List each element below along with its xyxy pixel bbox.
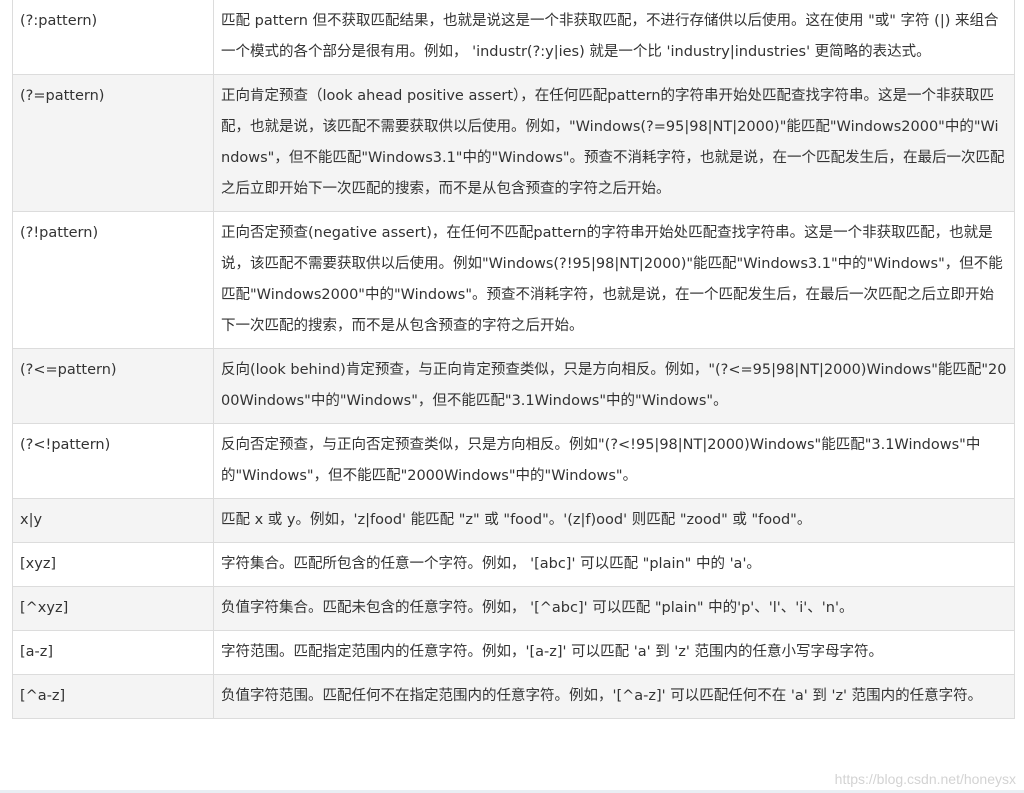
description-cell: 正向否定预查(negative assert)，在任何不匹配pattern的字符… [213, 211, 1015, 349]
pattern-cell: x|y [12, 498, 214, 543]
pattern-cell: [xyz] [12, 542, 214, 587]
description-cell: 正向肯定预查（look ahead positive assert），在任何匹配… [213, 74, 1015, 212]
blog-watermark: https://blog.csdn.net/honeysx [834, 771, 1016, 787]
table-row: (?!pattern) 正向否定预查(negative assert)，在任何不… [12, 211, 1015, 349]
regex-syntax-table-container: (?:pattern) 匹配 pattern 但不获取匹配结果，也就是说这是一个… [12, 0, 1015, 719]
description-cell: 反向(look behind)肯定预查，与正向肯定预查类似，只是方向相反。例如，… [213, 348, 1015, 424]
description-cell: 反向否定预查，与正向否定预查类似，只是方向相反。例如"(?<!95|98|NT|… [213, 423, 1015, 499]
pattern-cell: [^a-z] [12, 674, 214, 719]
table-row: [a-z] 字符范围。匹配指定范围内的任意字符。例如，'[a-z]' 可以匹配 … [12, 630, 1015, 675]
regex-syntax-table: (?:pattern) 匹配 pattern 但不获取匹配结果，也就是说这是一个… [12, 0, 1015, 719]
description-cell: 字符范围。匹配指定范围内的任意字符。例如，'[a-z]' 可以匹配 'a' 到 … [213, 630, 1015, 675]
table-row: (?<=pattern) 反向(look behind)肯定预查，与正向肯定预查… [12, 348, 1015, 424]
description-cell: 匹配 x 或 y。例如，'z|food' 能匹配 "z" 或 "food"。'(… [213, 498, 1015, 543]
pattern-cell: [^xyz] [12, 586, 214, 631]
table-row: [^xyz] 负值字符集合。匹配未包含的任意字符。例如， '[^abc]' 可以… [12, 586, 1015, 631]
description-cell: 负值字符范围。匹配任何不在指定范围内的任意字符。例如，'[^a-z]' 可以匹配… [213, 674, 1015, 719]
pattern-cell: (?<=pattern) [12, 348, 214, 424]
table-row: x|y 匹配 x 或 y。例如，'z|food' 能匹配 "z" 或 "food… [12, 498, 1015, 543]
table-row: (?<!pattern) 反向否定预查，与正向否定预查类似，只是方向相反。例如"… [12, 423, 1015, 499]
table-row: (?=pattern) 正向肯定预查（look ahead positive a… [12, 74, 1015, 212]
description-cell: 负值字符集合。匹配未包含的任意字符。例如， '[^abc]' 可以匹配 "pla… [213, 586, 1015, 631]
pattern-cell: (?:pattern) [12, 0, 214, 75]
pattern-cell: (?=pattern) [12, 74, 214, 212]
pattern-cell: [a-z] [12, 630, 214, 675]
pattern-cell: (?!pattern) [12, 211, 214, 349]
table-row: [xyz] 字符集合。匹配所包含的任意一个字符。例如， '[abc]' 可以匹配… [12, 542, 1015, 587]
table-row: [^a-z] 负值字符范围。匹配任何不在指定范围内的任意字符。例如，'[^a-z… [12, 674, 1015, 719]
description-cell: 匹配 pattern 但不获取匹配结果，也就是说这是一个非获取匹配，不进行存储供… [213, 0, 1015, 75]
description-cell: 字符集合。匹配所包含的任意一个字符。例如， '[abc]' 可以匹配 "plai… [213, 542, 1015, 587]
pattern-cell: (?<!pattern) [12, 423, 214, 499]
table-row: (?:pattern) 匹配 pattern 但不获取匹配结果，也就是说这是一个… [12, 0, 1015, 75]
